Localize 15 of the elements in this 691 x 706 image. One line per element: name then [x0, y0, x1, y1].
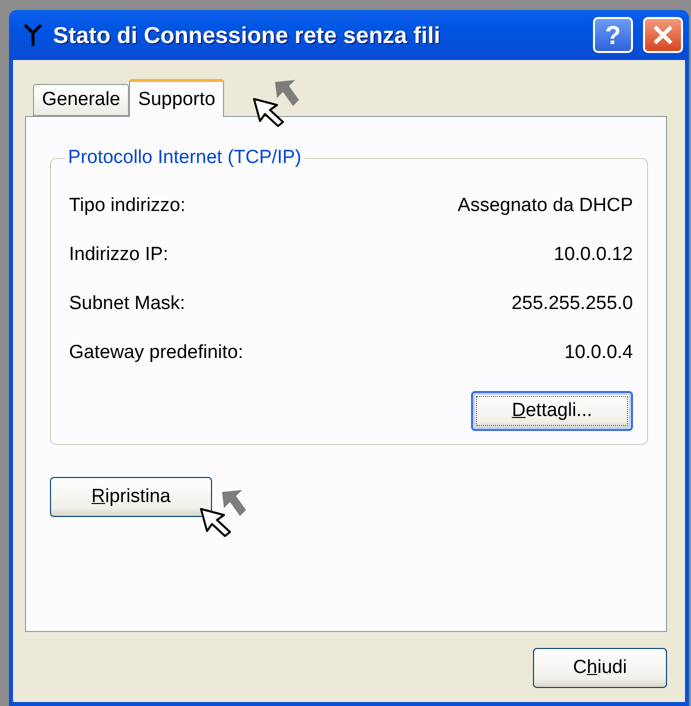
field-label: Gateway predefinito:: [69, 342, 244, 364]
field-value: 10.0.0.12: [554, 244, 633, 266]
close-dialog-button[interactable]: Chiudi: [533, 648, 667, 688]
field-value: 255.255.255.0: [511, 292, 633, 314]
field-label: Tipo indirizzo:: [69, 194, 186, 216]
tab[interactable]: Supporto: [129, 79, 224, 117]
field-value: Assegnato da DHCP: [458, 194, 633, 216]
field-label: Indirizzo IP:: [69, 244, 168, 266]
details-button[interactable]: Dettagli...: [471, 391, 633, 431]
tab[interactable]: Generale: [33, 84, 130, 116]
field-label: Subnet Mask:: [69, 292, 186, 314]
field-value: 10.0.0.4: [564, 342, 633, 364]
group-title: Protocollo Internet (TCP/IP): [67, 147, 302, 169]
window-title: Stato di Connessione rete senza fili: [53, 22, 442, 48]
repair-button[interactable]: Ripristina: [50, 477, 212, 517]
